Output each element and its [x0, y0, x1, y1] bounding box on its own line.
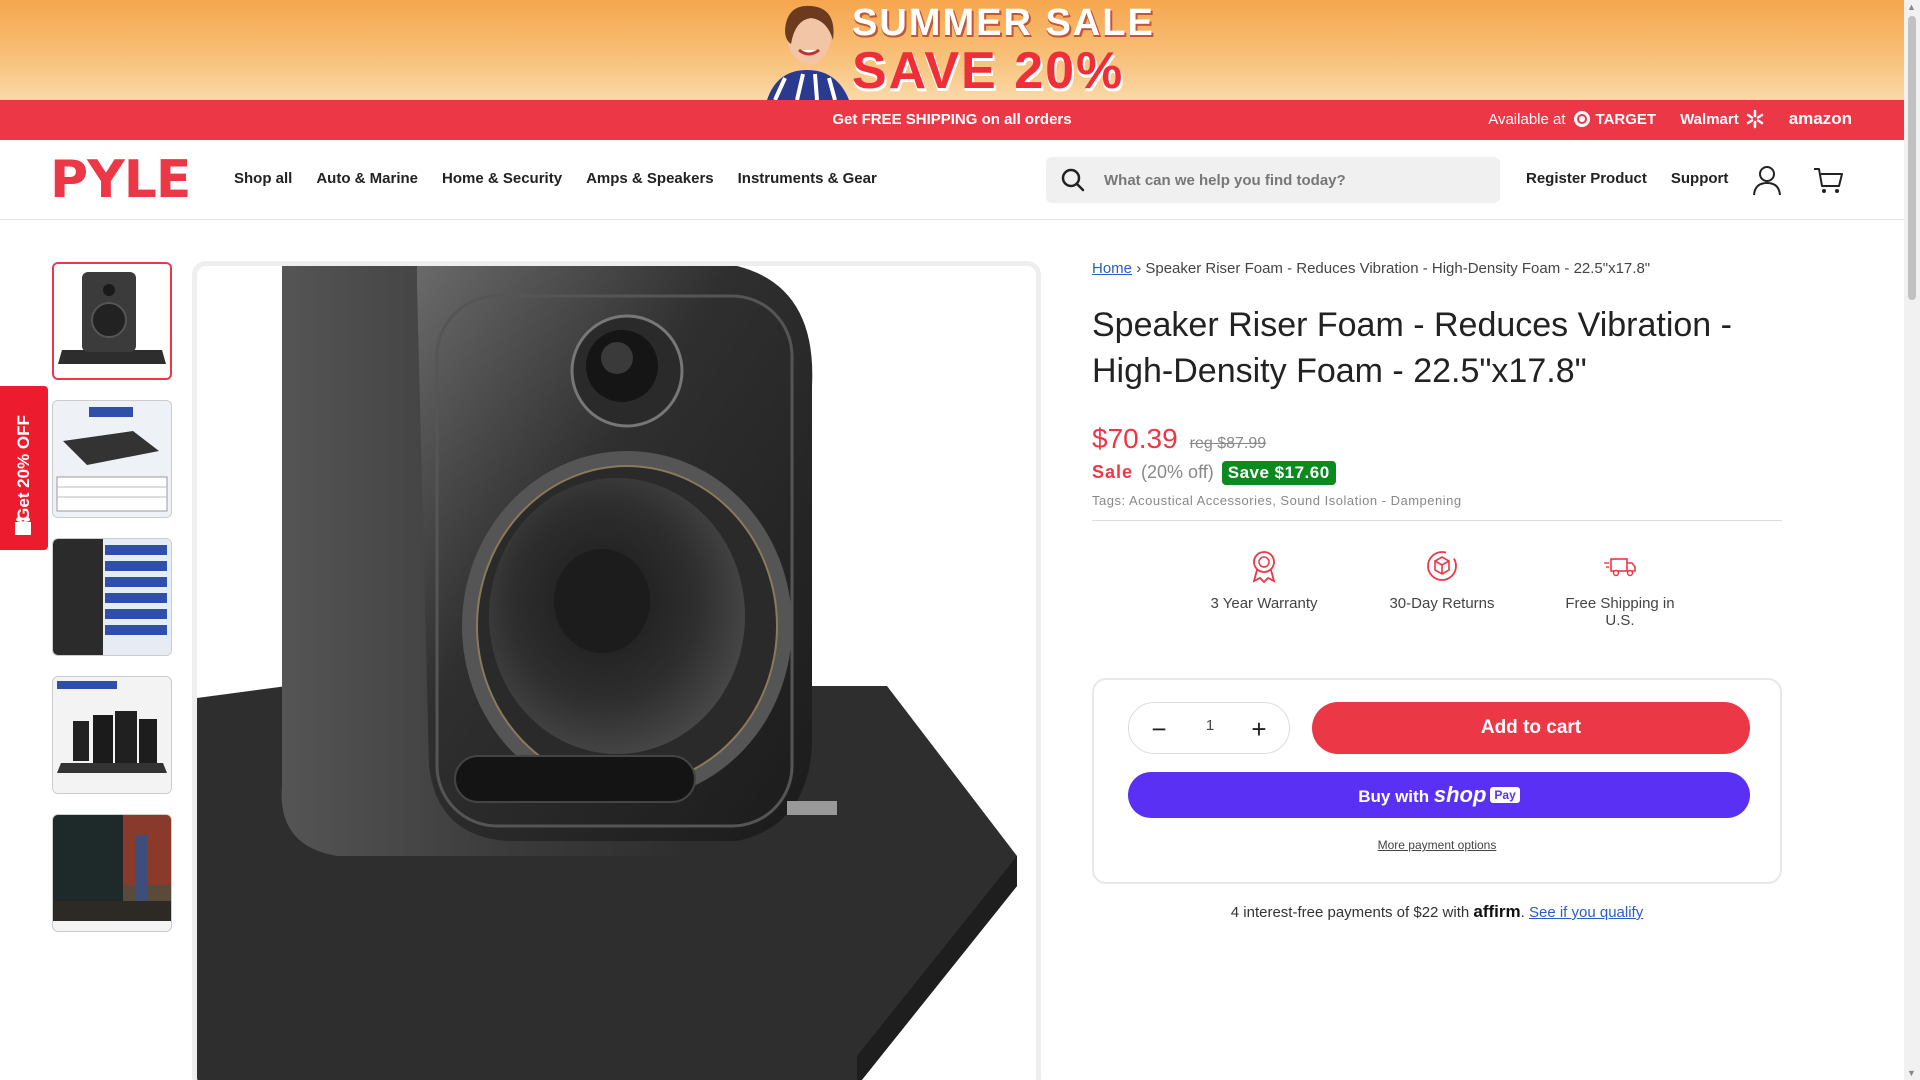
main-product-image[interactable] [192, 261, 1041, 1080]
affirm-message: 4 interest-free payments of $22 with aff… [1092, 902, 1782, 922]
walmart-label: Walmart [1680, 110, 1739, 128]
perk-returns: 30-Day Returns [1384, 549, 1500, 629]
target-link[interactable]: TARGET [1573, 110, 1657, 128]
account-icon[interactable] [1752, 164, 1782, 196]
pyle-logo[interactable]: PYLE [50, 154, 191, 206]
breadcrumb: Home › Speaker Riser Foam - Reduces Vibr… [1092, 260, 1782, 277]
banner-discount: SAVE 20% [852, 42, 1125, 100]
pay-badge: Pay [1490, 787, 1520, 803]
thumb-features-image [53, 539, 171, 655]
register-product-link[interactable]: Register Product [1526, 170, 1647, 187]
percent-off: (20% off) [1141, 462, 1214, 483]
quantity-decrease-button[interactable]: − [1133, 703, 1185, 755]
cart-icon[interactable] [1812, 164, 1844, 196]
support-link[interactable]: Support [1671, 170, 1729, 187]
add-to-cart-button[interactable]: Add to cart [1312, 702, 1750, 754]
affirm-text: 4 interest-free payments of $22 with [1230, 904, 1470, 921]
site-header: PYLE Shop all Auto & Marine Home & Secur… [0, 140, 1904, 220]
tags-label: Tags: [1092, 492, 1126, 508]
discount-side-tab[interactable]: Get 20% OFF [0, 386, 48, 550]
perk-warranty-label: 3 Year Warranty [1210, 594, 1318, 612]
breadcrumb-separator: › [1136, 260, 1142, 277]
sale-price: $70.39 [1092, 422, 1178, 454]
walmart-spark-icon [1746, 109, 1763, 129]
page: SUMMER SALE SAVE 20% Get FREE SHIPPING o… [0, 0, 1920, 1080]
thumb-dimensions-image [53, 401, 171, 517]
perk-shipping-label: Free Shipping in U.S. [1565, 594, 1675, 629]
search-bar [1046, 157, 1500, 203]
nav-home-security[interactable]: Home & Security [442, 170, 562, 187]
tags-values[interactable]: Acoustical Accessories, Sound Isolation … [1129, 493, 1462, 508]
speaker-on-foam-image [197, 266, 1036, 1080]
shop-wordmark: shop [1433, 782, 1487, 807]
perk-warranty: 3 Year Warranty [1206, 549, 1322, 629]
quantity-increase-button[interactable]: + [1233, 703, 1285, 755]
perk-shipping: Free Shipping in U.S. [1562, 549, 1678, 629]
search-icon[interactable] [1060, 167, 1086, 193]
thumbnail-list [52, 262, 172, 932]
thumbnail-4[interactable] [52, 676, 172, 794]
award-ribbon-icon [1252, 550, 1276, 583]
breadcrumb-home-link[interactable]: Home [1092, 260, 1132, 277]
thumbnail-5[interactable] [52, 814, 172, 932]
shipping-strip: Get FREE SHIPPING on all orders Availabl… [0, 100, 1904, 140]
perk-returns-label: 30-Day Returns [1389, 594, 1495, 612]
nav-auto-marine[interactable]: Auto & Marine [316, 170, 418, 187]
search-input[interactable] [1104, 157, 1484, 203]
model-photo [767, 5, 849, 100]
affirm-period: . [1520, 904, 1525, 921]
quantity-stepper: − 1 + [1128, 702, 1290, 754]
return-box-icon [1427, 550, 1457, 581]
target-label: TARGET [1595, 110, 1657, 128]
target-icon [1573, 111, 1590, 127]
nav-amps-speakers[interactable]: Amps & Speakers [586, 170, 714, 187]
scrollbar-thumb[interactable] [1908, 16, 1916, 300]
scroll-down-arrow-icon[interactable]: ▼ [1907, 1068, 1917, 1078]
product-title: Speaker Riser Foam - Reduces Vibration -… [1092, 306, 1732, 390]
thumb-lineup-image [53, 677, 171, 793]
thumb-speaker-image [54, 264, 170, 378]
thumbnail-3[interactable] [52, 538, 172, 656]
nav-instruments-gear[interactable]: Instruments & Gear [738, 170, 877, 187]
free-shipping-text: Get FREE SHIPPING on all orders [832, 111, 1072, 128]
product-tags: Tags: Acoustical Accessories, Sound Isol… [1092, 493, 1782, 508]
main-nav: Shop all Auto & Marine Home & Security A… [234, 170, 877, 187]
nav-shop-all[interactable]: Shop all [234, 170, 292, 187]
perks-row: 3 Year Warranty 30-Day Returns Free Ship… [1092, 549, 1782, 629]
quantity-value[interactable]: 1 [1185, 717, 1235, 734]
buy-with-shop-pay-button[interactable]: Buy with shop Pay [1128, 772, 1750, 818]
product-info: Home › Speaker Riser Foam - Reduces Vibr… [1092, 260, 1782, 629]
more-payment-options-link[interactable]: More payment options [1094, 838, 1780, 852]
available-at-label: Available at [1488, 110, 1566, 128]
regular-price: reg $87.99 [1189, 434, 1267, 452]
affirm-qualify-link[interactable]: See if you qualify [1529, 904, 1643, 921]
delivery-truck-icon [1604, 557, 1636, 577]
side-tab-label: Get 20% OFF [14, 415, 33, 521]
sale-label: Sale [1092, 462, 1134, 483]
summer-sale-banner[interactable]: SUMMER SALE SAVE 20% [0, 0, 1904, 100]
amazon-label: amazon [1788, 109, 1852, 128]
page-scrollbar[interactable]: ▲ ▼ [1904, 0, 1920, 1080]
save-badge: Save $17.60 [1221, 460, 1336, 485]
amazon-link[interactable]: amazon [1789, 109, 1852, 129]
buy-with-label: Buy with [1358, 787, 1430, 806]
banner-headline: SUMMER SALE [852, 2, 1155, 44]
scroll-up-arrow-icon[interactable]: ▲ [1907, 2, 1917, 12]
buy-box: − 1 + Add to cart Buy with shop Pay More … [1092, 678, 1782, 884]
walmart-link[interactable]: Walmart [1680, 109, 1765, 129]
breadcrumb-current: Speaker Riser Foam - Reduces Vibration -… [1145, 260, 1651, 277]
thumb-lifestyle-image [53, 815, 171, 921]
affirm-logo: affirm [1473, 902, 1521, 921]
gift-icon [15, 517, 31, 535]
thumbnail-1[interactable] [52, 262, 172, 380]
thumbnail-2[interactable] [52, 400, 172, 518]
divider [1092, 519, 1782, 521]
